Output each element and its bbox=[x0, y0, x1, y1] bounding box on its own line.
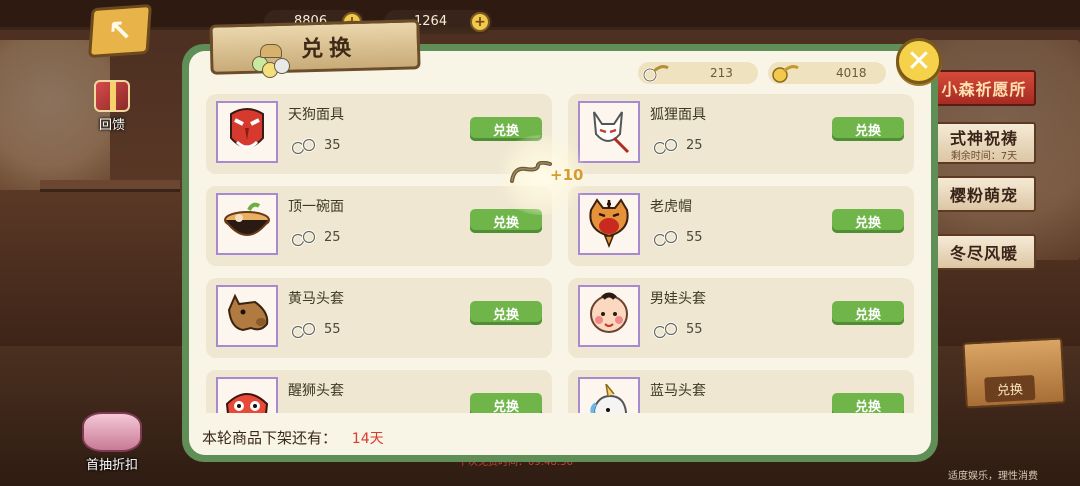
horse-head-icon bbox=[221, 290, 273, 342]
exchange-item-card: 男娃头套 55 兑换 bbox=[568, 278, 914, 358]
item-cost: 35 bbox=[324, 138, 341, 153]
menu-item-remaining-time: 剩余时间：7天 bbox=[950, 150, 1018, 162]
exchange-item-card: 醒狮头套兑换 bbox=[206, 370, 552, 413]
bell-cost-icon bbox=[652, 321, 680, 339]
menu-item-label: 小森祈愿所 bbox=[941, 80, 1027, 99]
noodle-bowl-icon bbox=[221, 200, 273, 248]
item-name: 天狗面具 bbox=[288, 107, 344, 123]
item-cost: 25 bbox=[686, 138, 703, 153]
bell-cost-icon bbox=[290, 229, 318, 247]
menu-item-winter-ends[interactable]: 冬尽风暖 bbox=[932, 234, 1036, 270]
item-name: 蓝马头套 bbox=[650, 383, 706, 399]
first-draw-discount-label: 首抽折扣 bbox=[85, 458, 138, 473]
exchange-item-card: 黄马头套 55 兑换 bbox=[206, 278, 552, 358]
fox-mask-icon bbox=[584, 104, 634, 160]
exchange-button[interactable]: 兑换 bbox=[832, 209, 904, 233]
item-frame[interactable] bbox=[578, 285, 640, 347]
bell-cost-icon bbox=[290, 321, 318, 339]
exchange-button[interactable]: 兑换 bbox=[470, 393, 542, 413]
ceiling-beam bbox=[0, 0, 1080, 30]
health-notice: 适度娱乐，理性消费 bbox=[948, 471, 1038, 482]
item-frame[interactable] bbox=[216, 193, 278, 255]
crate-exchange-label: 兑换 bbox=[984, 374, 1036, 403]
menu-item-shikigami-blessing[interactable]: 式神祝祷 剩余时间：7天 bbox=[932, 122, 1036, 164]
exchange-button[interactable]: 兑换 bbox=[470, 301, 542, 325]
item-frame[interactable] bbox=[578, 101, 640, 163]
item-frame[interactable] bbox=[578, 193, 640, 255]
exchange-button[interactable]: 兑换 bbox=[832, 117, 904, 141]
exchange-button[interactable]: 兑换 bbox=[832, 301, 904, 325]
item-cost: 55 bbox=[686, 322, 703, 337]
currency-large-bell: 4018 bbox=[768, 62, 886, 84]
footer-label: 本轮商品下架还有： bbox=[202, 429, 338, 447]
bell-charm-icon bbox=[252, 44, 294, 80]
item-cost: 25 bbox=[324, 230, 341, 245]
item-frame[interactable] bbox=[216, 101, 278, 163]
floating-reward-amount: +10 bbox=[550, 166, 584, 184]
menu-item-label: 式神祝祷 bbox=[949, 128, 1018, 148]
item-name: 狐狸面具 bbox=[650, 107, 706, 123]
gift-box-icon bbox=[94, 80, 130, 112]
item-frame[interactable] bbox=[578, 377, 640, 413]
bell-cost-icon bbox=[652, 229, 680, 247]
dialog-title-plank: 兑换 bbox=[209, 19, 421, 75]
item-frame[interactable] bbox=[216, 285, 278, 347]
item-cost: 55 bbox=[686, 230, 703, 245]
item-name: 男娃头套 bbox=[650, 291, 706, 307]
bell-cost-icon bbox=[290, 137, 318, 155]
close-button[interactable]: ✕ bbox=[896, 38, 942, 84]
exchange-item-card: 老虎帽 55 兑换 bbox=[568, 186, 914, 266]
close-icon: ✕ bbox=[906, 43, 932, 79]
item-cost: 55 bbox=[324, 322, 341, 337]
bell-cost-icon bbox=[652, 137, 680, 155]
exchange-dialog: 兑换 ✕ 213 4018 天狗面具 35 兑换 狐狸面具 25 兑换 顶一碗面 25 兑换 老虎… bbox=[182, 19, 942, 462]
exchange-item-card: 狐狸面具 25 兑换 bbox=[568, 94, 914, 174]
gold-bell-icon bbox=[772, 65, 799, 83]
menu-item-sakura-pets[interactable]: 樱粉萌宠 bbox=[932, 176, 1036, 212]
discount-gift-icon bbox=[82, 412, 142, 452]
floating-reward: +10 bbox=[492, 135, 600, 215]
currency-large-value: 4018 bbox=[836, 66, 867, 80]
first-draw-discount-button[interactable]: 首抽折扣 bbox=[82, 412, 142, 473]
item-name: 黄马头套 bbox=[288, 291, 344, 307]
baby-head-icon bbox=[585, 288, 633, 344]
menu-item-label: 樱粉萌宠 bbox=[949, 186, 1018, 205]
exchange-item-card: 蓝马头套兑换 bbox=[568, 370, 914, 413]
unicorn-head-icon bbox=[584, 381, 634, 413]
tiger-hat-icon bbox=[585, 196, 633, 252]
feedback-gift-button[interactable]: 回馈 bbox=[94, 80, 130, 133]
back-arrow-icon: ↖ bbox=[106, 12, 134, 50]
item-name: 顶一碗面 bbox=[288, 199, 344, 215]
footer-days: 14天 bbox=[351, 431, 384, 447]
exchange-button[interactable]: 兑换 bbox=[832, 393, 904, 413]
item-name: 老虎帽 bbox=[650, 199, 692, 215]
feedback-gift-label: 回馈 bbox=[98, 118, 125, 133]
dialog-footer: 本轮商品下架还有： 14天 bbox=[202, 427, 384, 448]
menu-item-wish-shrine[interactable]: 小森祈愿所 bbox=[932, 70, 1036, 106]
item-frame[interactable] bbox=[216, 377, 278, 413]
tengu-mask-icon bbox=[223, 104, 271, 160]
currency-small-bell: 213 bbox=[638, 62, 758, 84]
left-shelf bbox=[40, 180, 180, 192]
currency-small-value: 213 bbox=[710, 66, 733, 80]
rope-charm-icon bbox=[510, 161, 552, 183]
hud-currency-b-plus-button[interactable]: + bbox=[470, 12, 490, 32]
lion-head-icon bbox=[221, 384, 273, 413]
item-name: 醒狮头套 bbox=[288, 383, 344, 399]
exchange-crate[interactable]: 兑换 bbox=[962, 337, 1066, 409]
menu-item-label: 冬尽风暖 bbox=[949, 244, 1018, 263]
back-button[interactable]: ↖ bbox=[88, 3, 152, 59]
bell-chain-icon bbox=[642, 65, 669, 83]
